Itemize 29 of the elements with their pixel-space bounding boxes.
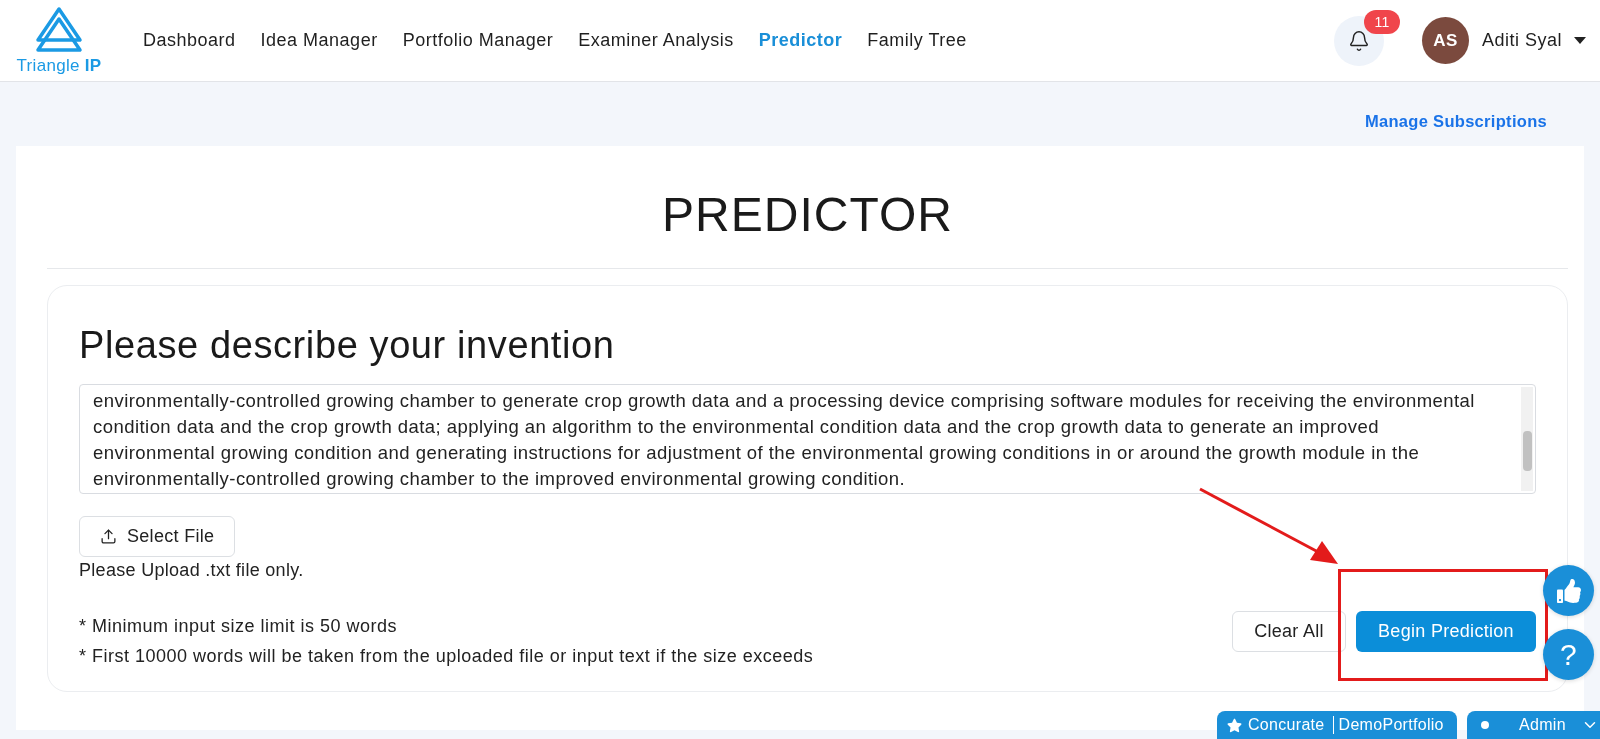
- star-icon: [1227, 717, 1242, 733]
- clear-all-button[interactable]: Clear All: [1232, 611, 1346, 652]
- form-heading: Please describe your invention: [79, 323, 616, 368]
- caret-icon[interactable]: [1574, 36, 1586, 45]
- triangle-logo-icon: [35, 5, 83, 52]
- bell-icon: [1347, 29, 1370, 52]
- nav-link[interactable]: Examiner Analysis: [578, 30, 734, 51]
- dot-icon: [1481, 721, 1489, 729]
- notification-count: 11: [1363, 9, 1400, 34]
- input-note: * First 10000 words will be taken from the uploaded file or input text if the size exceeds: [79, 645, 814, 668]
- input-note: * Minimum input size limit is 50 words: [79, 615, 399, 638]
- begin-prediction-button[interactable]: Begin Prediction: [1356, 611, 1536, 652]
- nav-link[interactable]: Family Tree: [867, 30, 967, 51]
- workspace-tab[interactable]: Concurate DemoPortfolio: [1217, 711, 1457, 739]
- nav-link[interactable]: Idea Manager: [260, 30, 378, 51]
- page-title: PREDICTOR: [662, 187, 953, 243]
- user-avatar: AS: [1421, 17, 1469, 64]
- nav-link[interactable]: Dashboard: [143, 30, 236, 51]
- role-dropdown[interactable]: Admin: [1467, 711, 1600, 739]
- upload-icon: [100, 528, 117, 545]
- upload-hint: Please Upload .txt file only.: [79, 559, 305, 582]
- nav-link[interactable]: Predictor: [758, 30, 843, 51]
- scrollbar-thumb[interactable]: [1523, 431, 1532, 471]
- nav-link[interactable]: Portfolio Manager: [402, 30, 554, 51]
- thumbs-up-icon: [1556, 578, 1581, 603]
- manage-subscriptions-link[interactable]: Manage Subscriptions: [1364, 111, 1547, 131]
- description-field[interactable]: environmentally-controlled growing chamber to generate crop growth data and a processing device comprising software modules for receiving the environmental condition data and the crop growth data; applying an algorithm to the environmental condition data and the crop growth data to generate an improved environmental growing condition and generating instructions for adjustment of the environmental growing conditions in or around the growth module in the environmentally-controlled growing chamber to the improved environmental growing condition.: [79, 384, 1536, 494]
- select-file-button[interactable]: Select File: [79, 516, 236, 557]
- user-name[interactable]: Aditi Syal: [1481, 30, 1562, 51]
